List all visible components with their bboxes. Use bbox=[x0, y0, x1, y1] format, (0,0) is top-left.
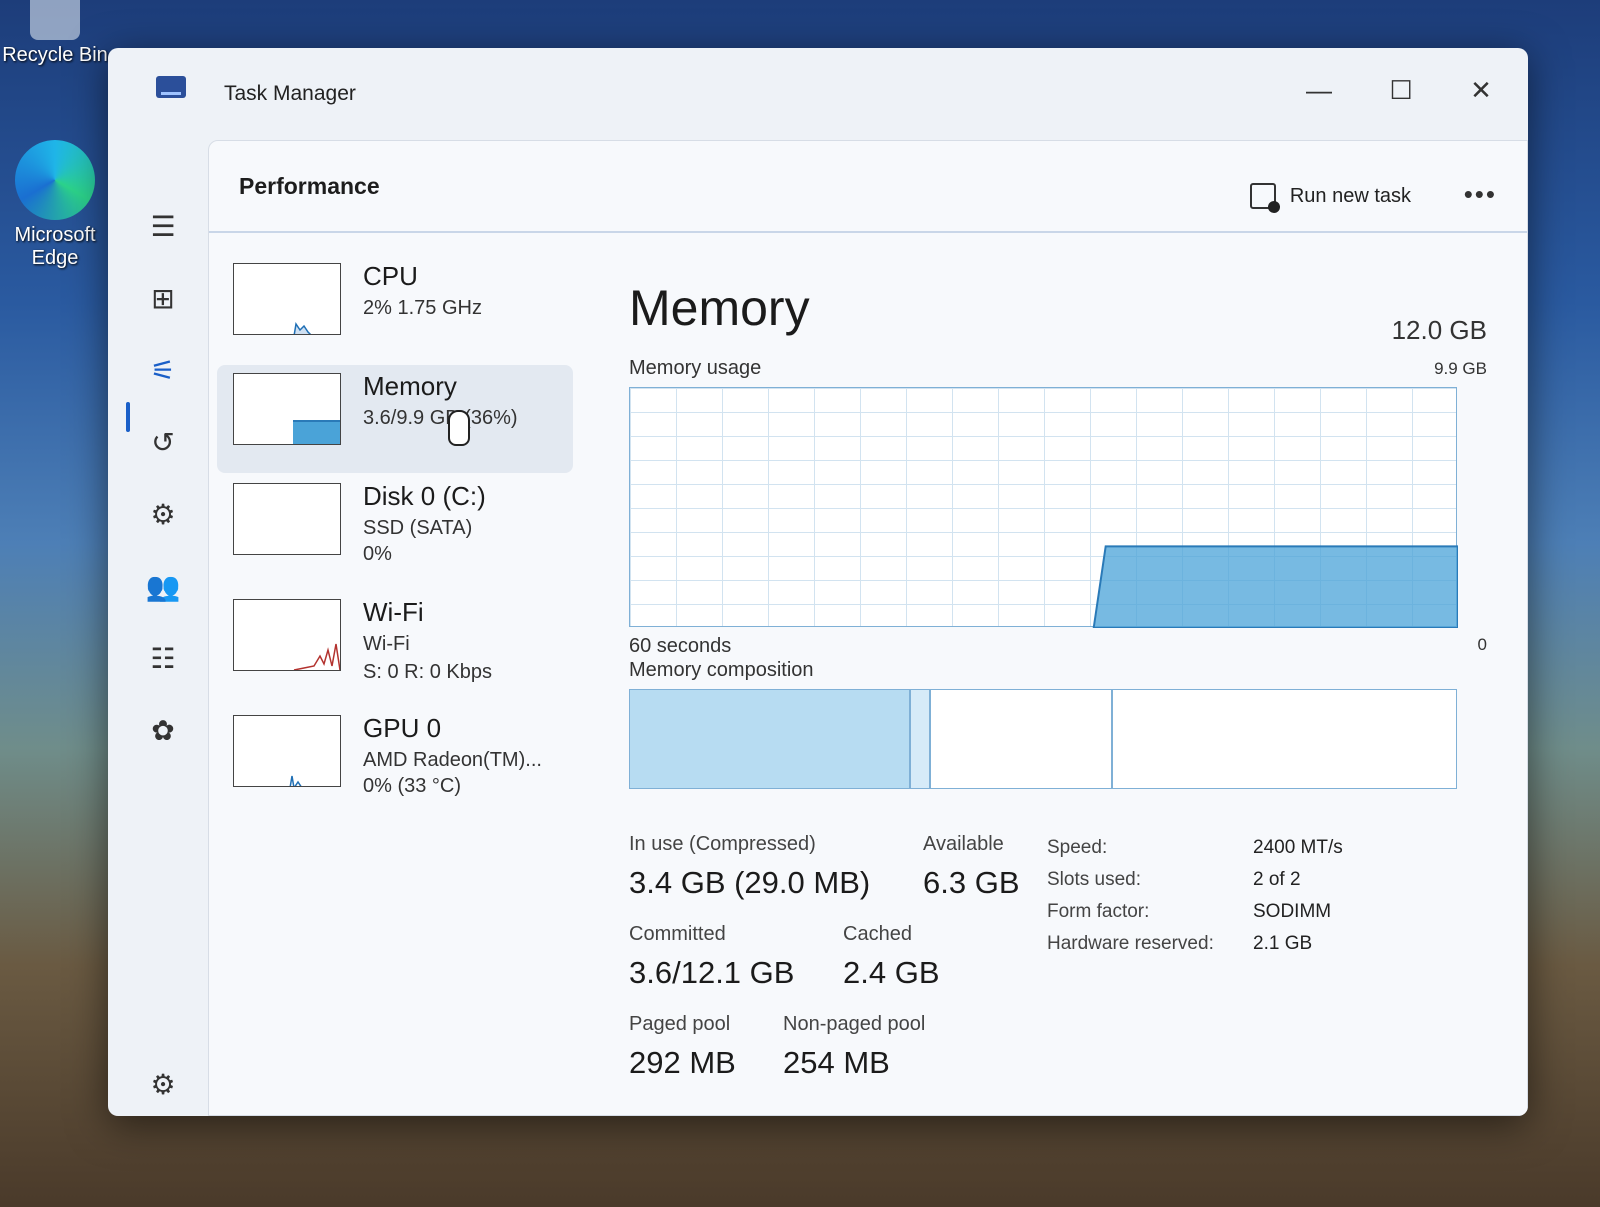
device-name: Memory bbox=[363, 371, 457, 401]
wifi-thumbnail-graph bbox=[233, 599, 341, 671]
device-detail-2: 0% (33 °C) bbox=[363, 775, 462, 797]
committed-value: 3.6/12.1 GB bbox=[629, 955, 795, 990]
memory-usage-label: Memory usage bbox=[629, 357, 762, 379]
memory-total: 12.0 GB bbox=[1391, 315, 1487, 345]
device-gpu[interactable]: GPU 0 AMD Radeon(TM)... 0% (33 °C) bbox=[217, 707, 573, 815]
memory-composition-bar bbox=[629, 689, 1457, 789]
device-name: Wi-Fi bbox=[363, 597, 424, 627]
disk-thumbnail-graph bbox=[233, 483, 341, 555]
minimize-button[interactable]: — bbox=[1296, 72, 1342, 108]
maximize-button[interactable]: ☐ bbox=[1378, 72, 1424, 108]
run-task-icon bbox=[1249, 183, 1280, 213]
recycle-bin-label: Recycle Bin bbox=[2, 44, 108, 66]
device-detail-2: S: 0 R: 0 Kbps bbox=[363, 661, 492, 683]
startup-apps-icon[interactable]: ⚙ bbox=[138, 490, 188, 540]
memory-usage-fill bbox=[1092, 545, 1458, 628]
available-value: 6.3 GB bbox=[923, 865, 1020, 900]
details-icon[interactable]: ☷ bbox=[138, 634, 188, 684]
hand-cursor-icon bbox=[448, 410, 470, 446]
run-new-task-label: Run new task bbox=[1289, 184, 1411, 207]
cpu-thumbnail-graph bbox=[233, 263, 341, 335]
non-paged-pool-value: 254 MB bbox=[783, 1045, 890, 1080]
memory-usage-graph bbox=[629, 387, 1458, 628]
detail-title: Memory bbox=[629, 280, 810, 336]
window-title: Task Manager bbox=[224, 82, 356, 105]
in-use-value: 3.4 GB (29.0 MB) bbox=[629, 865, 871, 900]
form-factor-value: SODIMM bbox=[1253, 901, 1332, 922]
device-detail: 3.6/9.9 GB (36%) bbox=[363, 407, 518, 429]
speed-key: Speed: bbox=[1047, 837, 1108, 858]
device-cpu[interactable]: CPU 2% 1.75 GHz bbox=[217, 255, 573, 363]
slots-key: Slots used: bbox=[1047, 869, 1141, 890]
performance-panel: Performance Run new task ••• CPU 2% 1.75… bbox=[208, 140, 1528, 1116]
memory-usage-min: 0 bbox=[1477, 635, 1487, 654]
cached-label: Cached bbox=[843, 923, 912, 945]
in-use-label: In use (Compressed) bbox=[629, 833, 816, 855]
hamburger-icon[interactable]: ☰ bbox=[138, 202, 188, 252]
edge-label: Microsoft Edge bbox=[14, 224, 96, 269]
device-name: GPU 0 bbox=[363, 713, 442, 743]
speed-value: 2400 MT/s bbox=[1253, 837, 1343, 858]
nav-selection-indicator bbox=[126, 402, 130, 432]
hardware-reserved-value: 2.1 GB bbox=[1253, 933, 1313, 954]
recycle-bin-icon bbox=[30, 0, 80, 40]
non-paged-pool-label: Non-paged pool bbox=[783, 1013, 926, 1035]
title-bar[interactable]: Task Manager — ☐ ✕ bbox=[108, 48, 1528, 140]
slots-value: 2 of 2 bbox=[1253, 869, 1301, 890]
device-detail: 2% 1.75 GHz bbox=[363, 297, 482, 319]
cpu-sparkline bbox=[293, 322, 312, 334]
paged-pool-value: 292 MB bbox=[629, 1045, 736, 1080]
device-wifi[interactable]: Wi-Fi Wi-Fi S: 0 R: 0 Kbps bbox=[217, 591, 573, 699]
memory-usage-area bbox=[1092, 545, 1458, 628]
device-disk[interactable]: Disk 0 (C:) SSD (SATA) 0% bbox=[217, 475, 573, 583]
committed-label: Committed bbox=[629, 923, 726, 945]
device-name: Disk 0 (C:) bbox=[363, 481, 486, 511]
device-name: CPU bbox=[363, 261, 418, 291]
settings-icon[interactable]: ⚙ bbox=[138, 1060, 188, 1110]
device-detail-2: 0% bbox=[363, 543, 392, 565]
memory-usage-max: 9.9 GB bbox=[1434, 359, 1487, 378]
device-memory[interactable]: Memory 3.6/9.9 GB (36%) bbox=[217, 365, 573, 473]
page-title: Performance bbox=[239, 173, 380, 199]
memory-composition-label: Memory composition bbox=[629, 659, 814, 681]
device-detail: Wi-Fi bbox=[363, 633, 410, 655]
composition-in-use bbox=[630, 690, 911, 788]
processes-icon[interactable]: ⊞ bbox=[138, 274, 188, 324]
form-factor-key: Form factor: bbox=[1047, 901, 1150, 922]
composition-modified bbox=[910, 690, 932, 788]
navigation-rail: ☰ ⊞ ⚟ ↺ ⚙ 👥 ☷ ✿ ⚙ bbox=[108, 140, 208, 1116]
paged-pool-label: Paged pool bbox=[629, 1013, 731, 1035]
memory-detail: Memory 12.0 GB Memory usage 9.9 GB 60 se… bbox=[629, 251, 1487, 1115]
app-history-icon[interactable]: ↺ bbox=[138, 418, 188, 468]
run-new-task-button[interactable]: Run new task bbox=[1249, 183, 1411, 213]
memory-thumbnail-graph bbox=[233, 373, 341, 445]
task-manager-window: Task Manager — ☐ ✕ ☰ ⊞ ⚟ ↺ ⚙ 👥 ☷ ✿ ⚙ Per… bbox=[108, 48, 1528, 1116]
task-manager-icon bbox=[156, 76, 186, 98]
users-icon[interactable]: 👥 bbox=[138, 562, 188, 612]
available-label: Available bbox=[923, 833, 1004, 855]
performance-icon[interactable]: ⚟ bbox=[138, 346, 188, 396]
more-options-button[interactable]: ••• bbox=[1464, 179, 1497, 210]
gpu-thumbnail-graph bbox=[233, 715, 341, 787]
time-span-label: 60 seconds bbox=[629, 635, 732, 657]
recycle-bin-desktop-icon[interactable]: Recycle Bin bbox=[0, 0, 110, 67]
panel-header: Performance Run new task ••• bbox=[209, 141, 1527, 233]
edge-icon bbox=[15, 140, 95, 220]
cached-value: 2.4 GB bbox=[843, 955, 940, 990]
device-detail: AMD Radeon(TM)... bbox=[363, 749, 542, 771]
services-icon[interactable]: ✿ bbox=[138, 706, 188, 756]
memory-thumb-fill bbox=[293, 420, 340, 444]
hardware-reserved-key: Hardware reserved: bbox=[1047, 933, 1214, 954]
close-button[interactable]: ✕ bbox=[1458, 72, 1504, 108]
composition-standby bbox=[931, 690, 1114, 788]
gpu-sparkline bbox=[289, 775, 302, 786]
wifi-sparkline bbox=[293, 643, 340, 670]
edge-desktop-icon[interactable]: Microsoft Edge bbox=[0, 140, 110, 270]
device-detail: SSD (SATA) bbox=[363, 517, 473, 539]
